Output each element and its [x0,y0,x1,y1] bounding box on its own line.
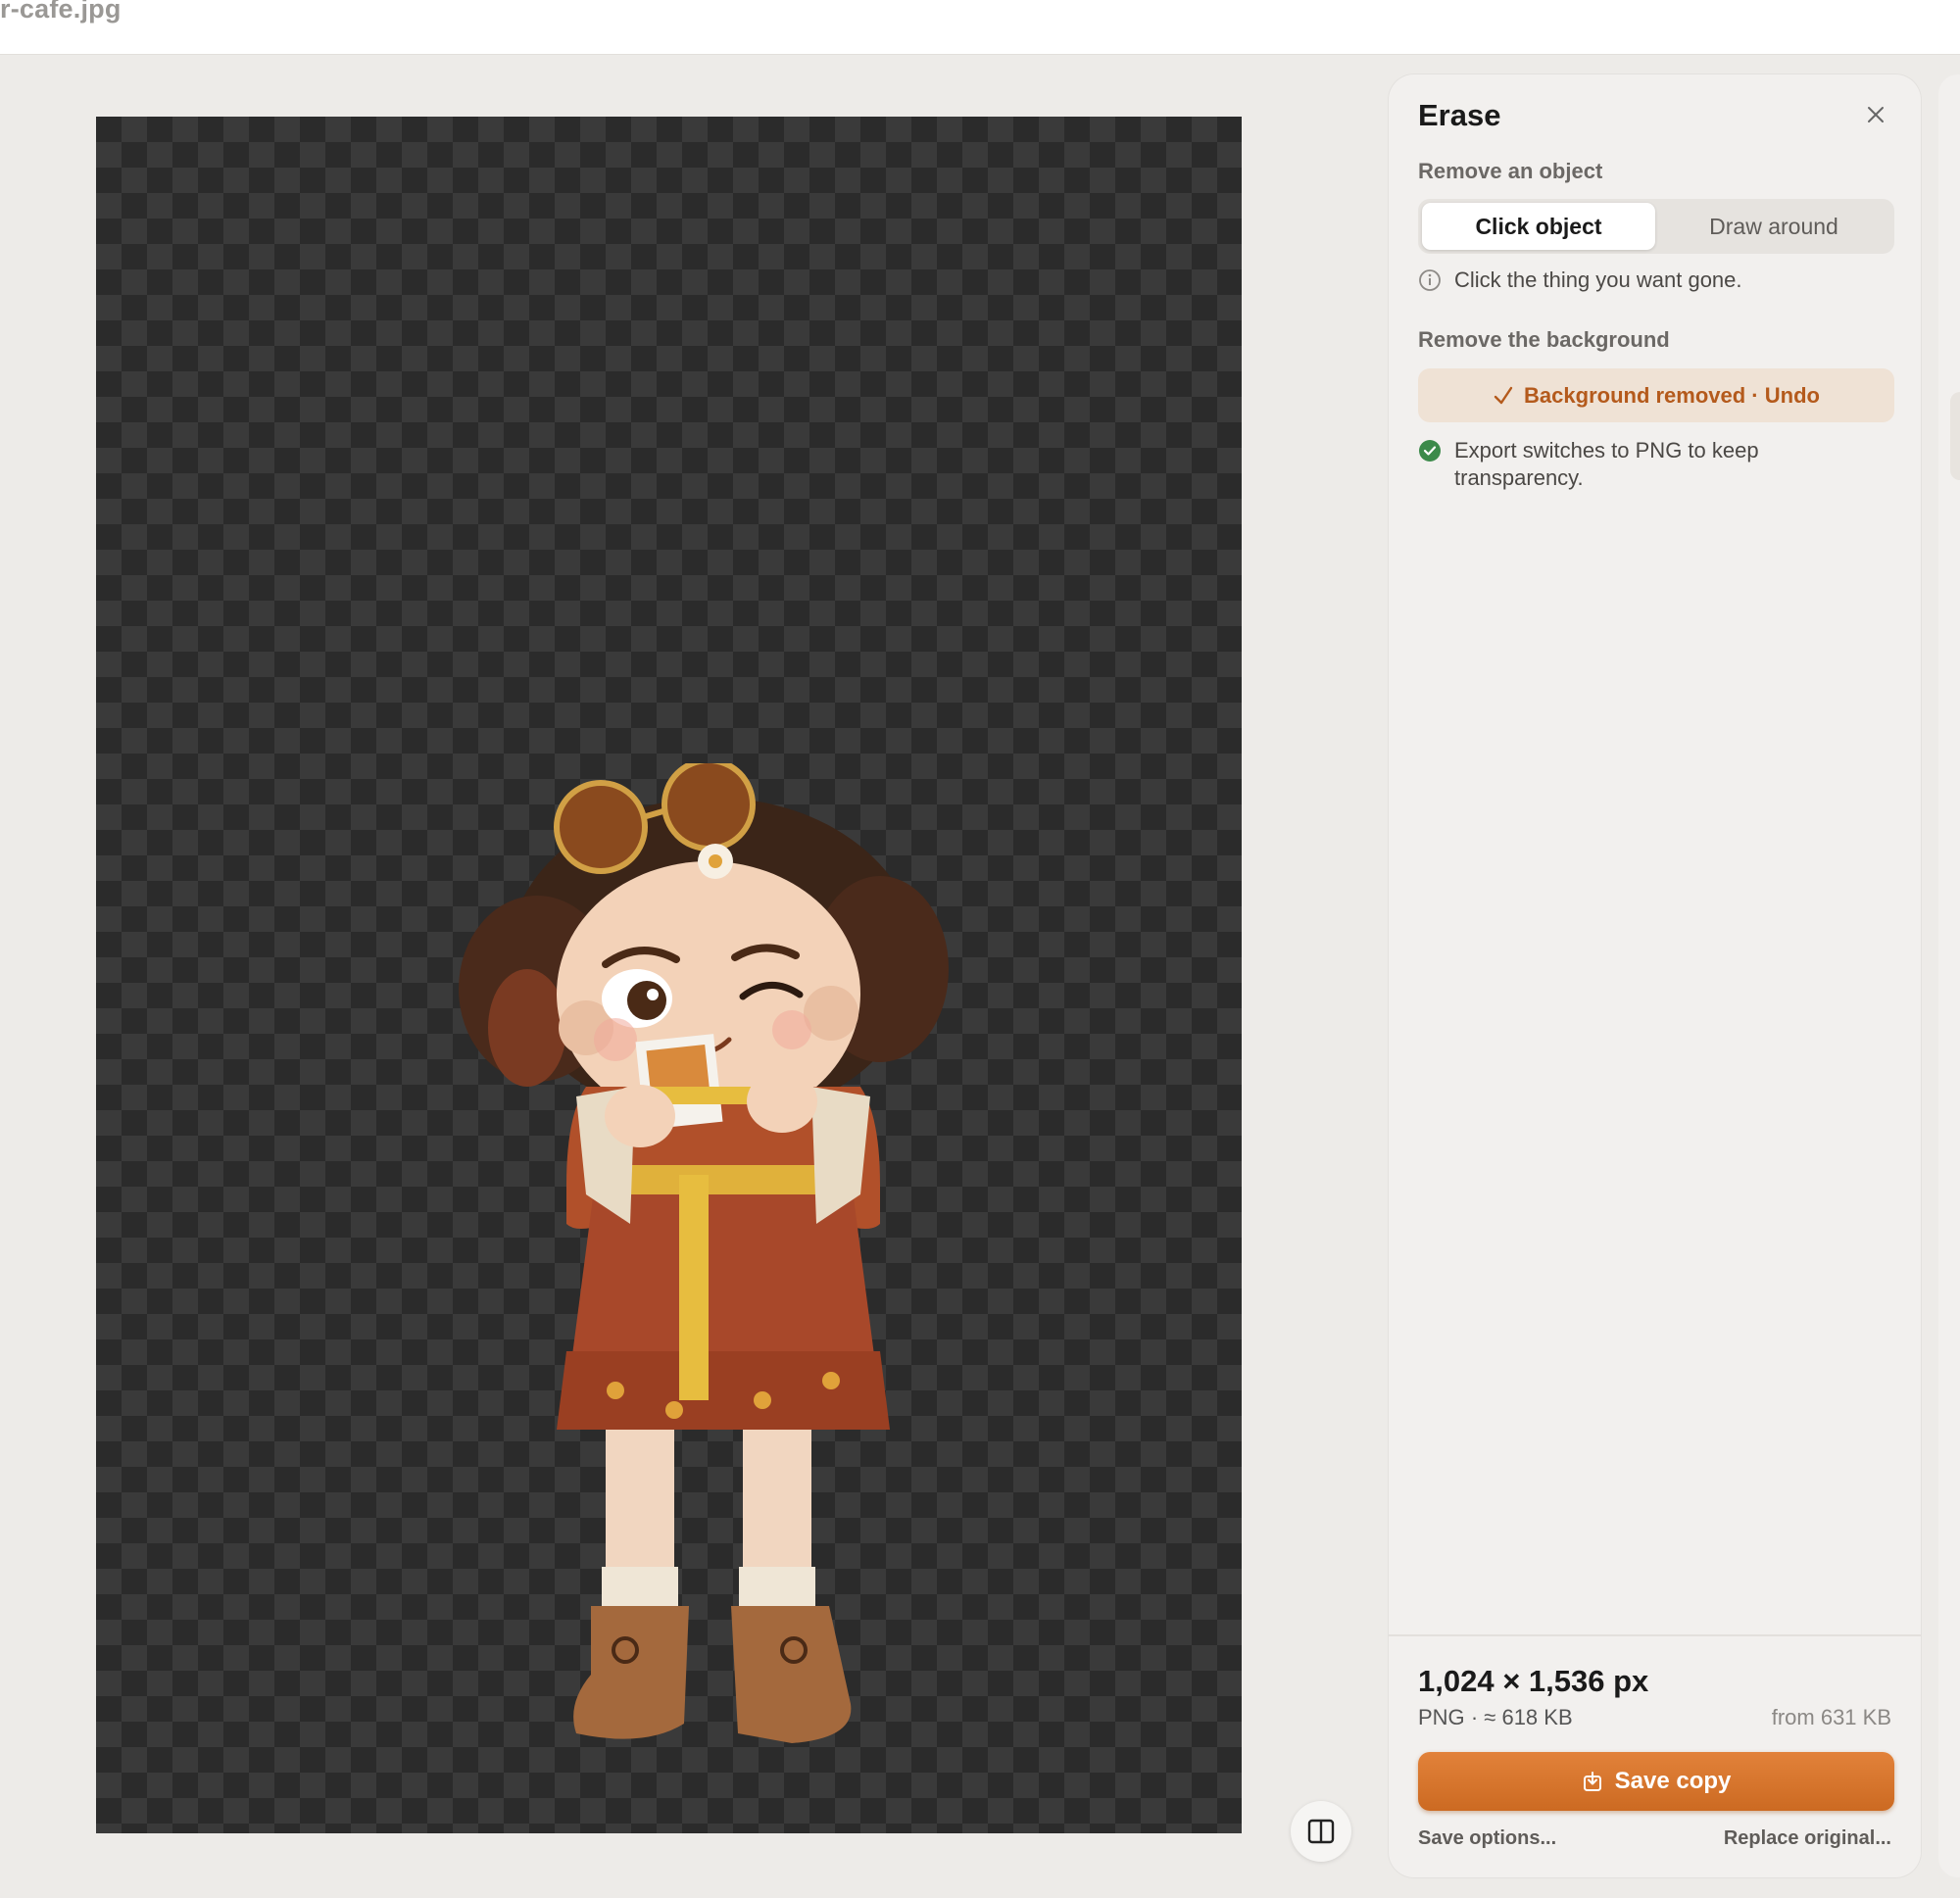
erase-panel: Erase Remove an object Click object Draw… [1389,74,1921,1877]
meta-separator: · [1470,1705,1485,1729]
click-object-option[interactable]: Click object [1422,203,1655,250]
close-icon [1868,107,1884,122]
output-format: PNG [1418,1705,1465,1729]
image-canvas[interactable] [96,117,1242,1833]
remove-background-label: Remove the background [1418,327,1670,352]
checkmark-icon [1494,386,1513,404]
check-circle-icon [1419,440,1441,462]
draw-around-option[interactable]: Draw around [1657,203,1890,250]
panel-title: Erase [1418,98,1501,132]
image-dimensions: 1,024 × 1,536 px [1418,1664,1649,1698]
subject-image [459,763,949,1743]
hint-text: Click the thing you want gone. [1454,268,1742,292]
title-bar: r-cafe.jpg [0,0,1960,55]
panel-footer-divider [1389,1634,1921,1636]
save-copy-button[interactable]: Save copy [1418,1752,1894,1811]
filename: r-cafe.jpg [0,0,122,24]
export-png-note: Export switches to PNG to keep transpare… [1418,437,1830,492]
output-size: ≈ 618 KB [1484,1705,1573,1729]
save-options-link[interactable]: Save options... [1418,1827,1556,1850]
secondary-panel-handle[interactable] [1950,392,1960,480]
save-copy-label: Save copy [1614,1768,1732,1794]
export-note-text: Export switches to PNG to keep transpare… [1454,438,1759,490]
original-size: from 631 KB [1771,1705,1891,1729]
background-removed-undo-button[interactable]: Background removed · Undo [1418,368,1894,422]
secondary-panel-edge [1938,74,1960,1877]
output-format-size: PNG · ≈ 618 KB [1418,1705,1573,1730]
split-view-icon [1307,1819,1335,1844]
save-icon [1583,1772,1601,1791]
info-icon [1419,269,1441,291]
remove-mode-segmented-control: Click object Draw around [1418,199,1894,254]
replace-original-link[interactable]: Replace original... [1724,1827,1891,1850]
remove-object-label: Remove an object [1418,159,1603,183]
compare-toggle-button[interactable] [1291,1801,1351,1862]
remove-object-hint: Click the thing you want gone. [1418,267,1742,294]
close-button[interactable] [1861,100,1890,129]
background-removed-label: Background removed · Undo [1524,382,1820,408]
